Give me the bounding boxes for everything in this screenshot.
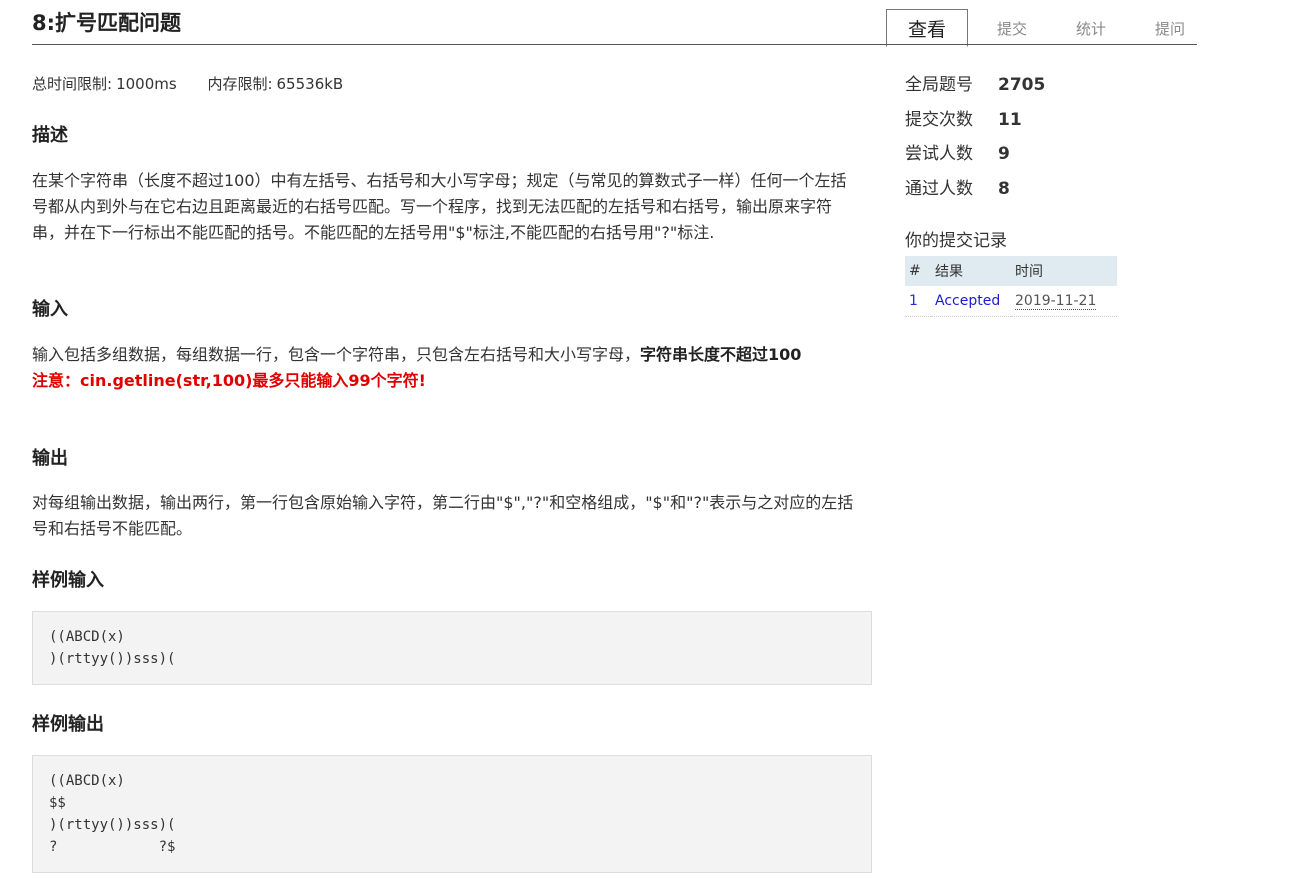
col-time: 时间: [1011, 256, 1117, 286]
tab-view[interactable]: 查看: [886, 9, 968, 47]
tab-statistics[interactable]: 统计: [1059, 9, 1123, 45]
time-limit: 总时间限制: 1000ms: [32, 75, 177, 93]
stat-label: 尝试人数: [905, 144, 973, 165]
stat-value: 9: [998, 144, 1010, 165]
stat-value: 8: [998, 179, 1010, 200]
stat-label: 提交次数: [905, 109, 973, 130]
tab-submit[interactable]: 提交: [980, 9, 1044, 45]
stat-value: 2705: [998, 75, 1046, 95]
record-time-cell: 2019-11-21: [1011, 286, 1117, 317]
record-time: 2019-11-21: [1015, 293, 1097, 310]
header-divider: [32, 44, 1197, 45]
input-warning: 注意：cin.getline(str,100)最多只能输入99个字符!: [32, 371, 426, 390]
tab-ask[interactable]: 提问: [1138, 9, 1202, 45]
memory-limit-value: 65536kB: [276, 75, 344, 93]
stat-submissions: 提交次数 11: [905, 105, 1045, 140]
record-num[interactable]: 1: [905, 286, 931, 317]
record-status-link[interactable]: Accepted: [931, 286, 1011, 317]
submission-records-title: 你的提交记录: [905, 231, 1007, 251]
table-header-row: # 结果 时间: [905, 256, 1117, 286]
col-num: #: [905, 256, 931, 286]
description-title: 描述: [32, 125, 68, 146]
sample-input[interactable]: ((ABCD(x) )(rttyy())sss)(: [32, 611, 872, 685]
time-limit-label: 总时间限制:: [32, 75, 113, 93]
stat-attempts: 尝试人数 9: [905, 139, 1045, 174]
input-text: 输入包括多组数据，每组数据一行，包含一个字符串，只包含左右括号和大小写字母，字符…: [32, 342, 862, 394]
output-text: 对每组输出数据，输出两行，第一行包含原始输入字符，第二行由"$","?"和空格组…: [32, 493, 854, 538]
sample-input-title: 样例输入: [32, 570, 104, 591]
input-title: 输入: [32, 299, 68, 320]
limits: 总时间限制: 1000ms 内存限制: 65536kB: [32, 73, 369, 95]
problem-stats: 全局题号 2705 提交次数 11 尝试人数 9 通过人数 8: [905, 70, 1045, 209]
stat-global-id: 全局题号 2705: [905, 70, 1045, 105]
time-limit-value: 1000ms: [116, 75, 177, 93]
sample-output-title: 样例输出: [32, 714, 104, 735]
input-text-bold: 字符串长度不超过100: [640, 345, 802, 364]
stat-value: 11: [998, 109, 1022, 130]
stat-label: 通过人数: [905, 179, 973, 200]
problem-tabs: 查看 提交 统计 提问: [886, 9, 1197, 47]
stat-label: 全局题号: [905, 75, 973, 95]
table-row: 1 Accepted 2019-11-21: [905, 286, 1117, 317]
description-text: 在某个字符串（长度不超过100）中有左括号、右括号和大小写字母；规定（与常见的算…: [32, 171, 847, 242]
stat-passed: 通过人数 8: [905, 174, 1045, 209]
submission-records-table: # 结果 时间 1 Accepted 2019-11-21: [905, 256, 1117, 317]
input-text-main: 输入包括多组数据，每组数据一行，包含一个字符串，只包含左右括号和大小写字母，: [32, 345, 641, 364]
problem-title: 8:扩号匹配问题: [32, 11, 182, 35]
memory-limit: 内存限制: 65536kB: [207, 75, 343, 93]
col-result: 结果: [931, 256, 1011, 286]
memory-limit-label: 内存限制:: [207, 75, 273, 93]
output-title: 输出: [32, 448, 68, 469]
sample-output[interactable]: ((ABCD(x) $$ )(rttyy())sss)( ? ?$: [32, 755, 872, 873]
